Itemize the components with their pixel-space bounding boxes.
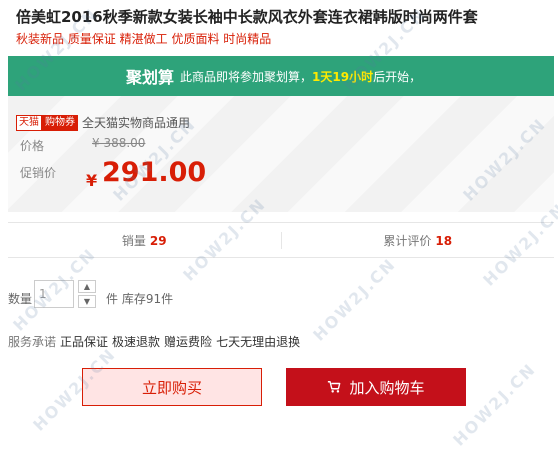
promo-price: 291.00 (102, 157, 207, 188)
banner-countdown: 1天19小时 (312, 69, 374, 84)
chevron-up-icon: ▲ (83, 282, 91, 291)
reviews-label: 累计评价 (383, 233, 432, 248)
tmall-tag: 天猫 (16, 114, 42, 131)
quantity-label: 数量 (8, 292, 33, 306)
service-item: 赠运费险 (164, 335, 213, 349)
service-promise: 服务承诺 正品保证 极速退款 赠运费险 七天无理由退换 (8, 333, 300, 350)
banner-desc: 此商品即将参加聚划算， (180, 69, 313, 84)
service-item: 正品保证 (60, 335, 109, 349)
product-title: 倍美虹2016秋季新款女装长袖中长款风衣外套连衣裙韩版时尚两件套 (16, 8, 478, 26)
quantity-stepper: ▲ ▼ (78, 280, 98, 310)
service-item: 七天无理由退换 (216, 335, 301, 349)
price-label: 价格 (20, 139, 45, 153)
stats-bar: 销量 29 累计评价 18 (8, 222, 554, 258)
add-to-cart-button[interactable]: 加入购物车 (286, 368, 466, 406)
sales-value: 29 (149, 233, 167, 248)
banner-tail: 后开始， (373, 69, 422, 84)
reviews-stat[interactable]: 累计评价 18 (280, 231, 555, 249)
coupon-text: 全天猫实物商品通用 (82, 116, 191, 130)
service-item: 极速退款 (112, 335, 161, 349)
chevron-down-icon: ▼ (83, 297, 91, 306)
promo-label: 促销价 (20, 166, 57, 180)
service-label: 服务承诺 (8, 335, 57, 349)
product-subtitle: 秋装新品 质量保证 精湛做工 优质面料 时尚精品 (16, 32, 272, 46)
sales-label: 销量 (121, 233, 146, 248)
banner-name: 聚划算 (126, 68, 175, 87)
price-box: 天猫 购物券 全天猫实物商品通用 价格 ¥ 388.00 促销价 ¥ 291.0… (8, 96, 554, 212)
add-to-cart-label: 加入购物车 (349, 378, 425, 397)
buy-now-button[interactable]: 立即购买 (82, 368, 262, 406)
decrease-button[interactable]: ▼ (78, 295, 96, 308)
stock-text: 件 库存91件 (106, 292, 174, 306)
coupon-row: 天猫 购物券 全天猫实物商品通用 (16, 114, 190, 131)
reviews-value: 18 (435, 233, 453, 248)
juhuasuan-banner: 聚划算 此商品即将参加聚划算， 1天19小时 后开始， (8, 56, 554, 96)
increase-button[interactable]: ▲ (78, 280, 96, 293)
watermark: HOW2J.CN (309, 254, 400, 345)
coupon-tag[interactable]: 购物券 (42, 114, 78, 131)
sales-stat: 销量 29 (8, 232, 281, 249)
cart-icon (328, 381, 341, 393)
quantity-input[interactable] (34, 280, 74, 308)
currency-symbol: ¥ (86, 171, 98, 190)
original-price: ¥ 388.00 (92, 136, 146, 150)
buy-now-label: 立即购买 (141, 378, 202, 397)
